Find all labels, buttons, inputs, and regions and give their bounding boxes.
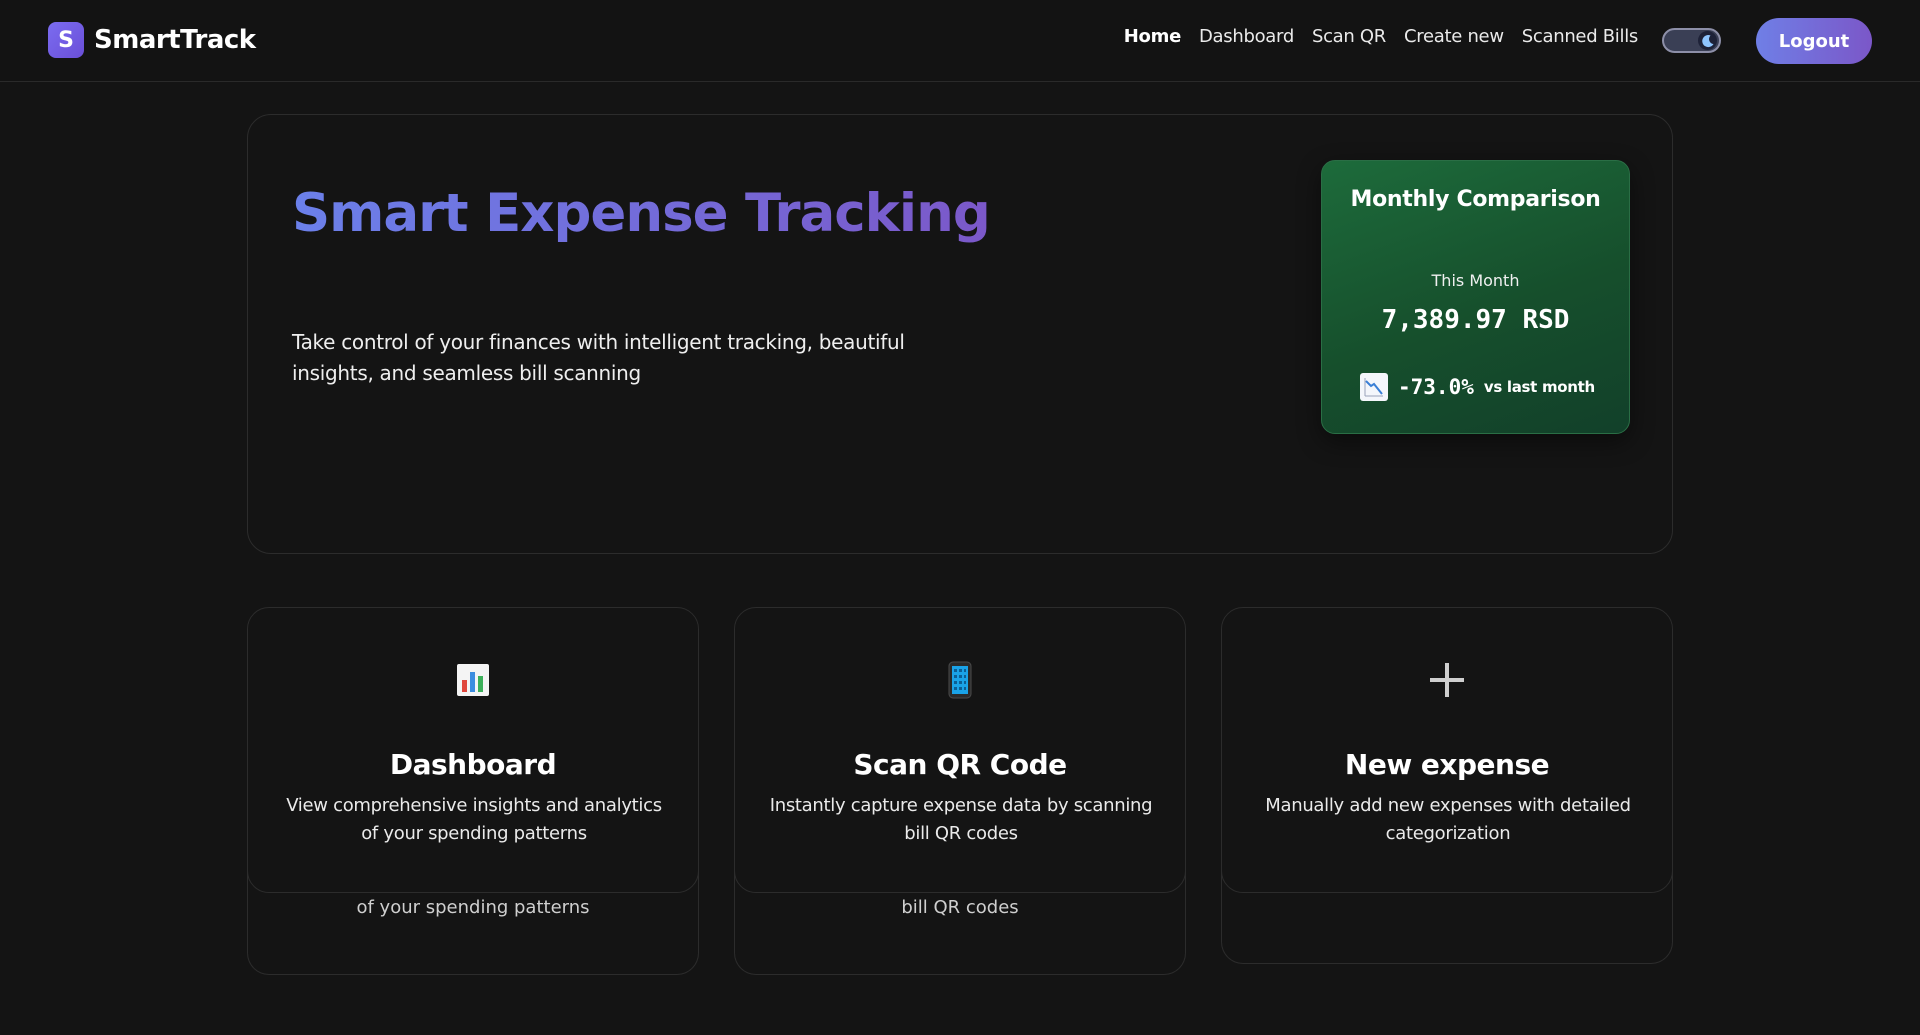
- logout-button[interactable]: Logout: [1756, 18, 1872, 64]
- hero-title: Smart Expense Tracking: [292, 183, 991, 244]
- moon-icon: [1701, 34, 1713, 47]
- comparison-change-note: vs last month: [1483, 378, 1595, 396]
- nav-item-create-new[interactable]: Create new: [1404, 26, 1504, 47]
- comparison-change: -73.0% vs last month: [1360, 373, 1595, 401]
- brand[interactable]: S SmartTrack: [48, 22, 256, 58]
- comparison-period-label: This Month: [1431, 271, 1520, 290]
- nav-item-dashboard[interactable]: Dashboard: [1199, 26, 1294, 47]
- brand-name: SmartTrack: [94, 25, 256, 55]
- nav-item-scan-qr[interactable]: Scan QR: [1312, 26, 1386, 47]
- toggle-knob: [1698, 31, 1717, 50]
- hero-section: Smart Expense Tracking Take control of y…: [247, 114, 1673, 554]
- comparison-title: Monthly Comparison: [1350, 187, 1601, 212]
- chart-decreasing-icon: [1360, 373, 1388, 401]
- monthly-comparison-card: Monthly Comparison This Month 7,389.97 R…: [1321, 160, 1630, 434]
- feature-description: View comprehensive insights and analytic…: [286, 795, 662, 844]
- feature-title: Dashboard: [389, 748, 557, 781]
- brand-logo-icon: S: [48, 22, 84, 58]
- ghost-text: of your spending patterns: [356, 897, 590, 918]
- feature-title: Scan QR Code: [853, 748, 1067, 781]
- ghost-text: bill QR codes: [901, 897, 1019, 918]
- bar-chart-icon: [248, 658, 698, 702]
- nav-item-scanned-bills[interactable]: Scanned Bills: [1522, 26, 1639, 47]
- plus-icon: [1222, 658, 1672, 702]
- top-navbar: S SmartTrack Home Dashboard Scan QR Crea…: [0, 0, 1920, 82]
- nav-links: Home Dashboard Scan QR Create new Scanne…: [1124, 26, 1639, 47]
- feature-card-new-expense[interactable]: New expense Manually add new expenses wi…: [1221, 607, 1673, 893]
- feature-title: New expense: [1344, 748, 1550, 781]
- feature-card-scan-qr[interactable]: Scan QR Code Instantly capture expense d…: [734, 607, 1186, 893]
- mobile-phone-icon: [735, 658, 1185, 702]
- nav-item-home[interactable]: Home: [1124, 26, 1182, 47]
- feature-description: Instantly capture expense data by scanni…: [769, 795, 1153, 844]
- feature-description: Manually add new expenses with detailed …: [1265, 795, 1631, 844]
- comparison-change-percent: -73.0%: [1398, 375, 1474, 399]
- theme-toggle[interactable]: [1662, 28, 1721, 53]
- hero-subtitle: Take control of your finances with intel…: [292, 330, 905, 385]
- comparison-amount: 7,389.97 RSD: [1381, 305, 1570, 335]
- feature-card-dashboard[interactable]: Dashboard View comprehensive insights an…: [247, 607, 699, 893]
